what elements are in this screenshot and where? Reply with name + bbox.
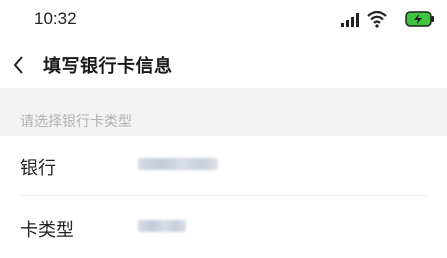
section-header: 请选择银行卡类型 — [20, 114, 132, 130]
bank-label: 银行 — [20, 158, 56, 179]
card-type-label: 卡类型 — [20, 220, 74, 241]
wifi-icon — [367, 10, 387, 28]
signal-icon — [341, 13, 359, 27]
page-title: 填写银行卡信息 — [43, 56, 173, 77]
status-icons — [325, 10, 435, 30]
bank-select-row[interactable]: 银行 — [0, 136, 447, 196]
battery-charging-icon — [405, 11, 434, 27]
status-bar: 10:32 — [0, 0, 447, 42]
bank-card-form: 银行 卡类型 — [0, 136, 447, 258]
bank-value-blurred — [138, 158, 218, 170]
card-type-value-blurred — [138, 220, 186, 232]
chevron-left-icon[interactable] — [10, 52, 30, 78]
row-divider — [20, 195, 427, 196]
status-time: 10:32 — [34, 9, 77, 28]
card-type-select-row[interactable]: 卡类型 — [0, 198, 447, 258]
nav-bar: 填写银行卡信息 — [0, 42, 447, 88]
